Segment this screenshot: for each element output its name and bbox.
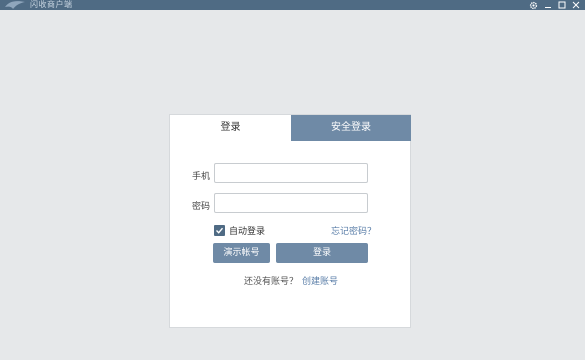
gear-icon <box>529 1 537 9</box>
checkmark-icon <box>216 227 224 234</box>
password-label: 密码 <box>191 202 210 212</box>
tab-secure-login[interactable]: 安全登录 <box>291 115 411 141</box>
close-icon <box>572 1 580 9</box>
tab-login[interactable]: 登录 <box>170 115 291 141</box>
create-account-link[interactable]: 创建账号 <box>302 277 338 287</box>
minimize-button[interactable] <box>541 0 555 10</box>
demo-account-button[interactable]: 演示帐号 <box>213 243 270 263</box>
login-button[interactable]: 登录 <box>276 243 368 263</box>
title-bar: 闪收商户端 <box>0 0 585 10</box>
phone-input[interactable] <box>214 163 368 183</box>
no-account-text: 还没有账号？ <box>243 277 298 287</box>
phone-label: 手机 <box>191 172 210 182</box>
auto-login-label[interactable]: 自动登录 <box>229 224 265 237</box>
app-title: 闪收商户端 <box>30 0 73 9</box>
close-button[interactable] <box>569 0 583 10</box>
maximize-icon <box>558 1 566 9</box>
forgot-password-link[interactable]: 忘记密码？ <box>331 224 376 237</box>
signup-prompt: 还没有账号？ 创建账号 <box>170 274 412 287</box>
app-logo-icon <box>5 1 25 9</box>
settings-button[interactable] <box>526 0 540 10</box>
maximize-button[interactable] <box>555 0 569 10</box>
password-input[interactable] <box>214 193 368 213</box>
minimize-icon <box>545 7 551 8</box>
auto-login-checkbox[interactable] <box>214 225 225 236</box>
login-dialog: 登录 安全登录 手机 密码 自动登录 忘记密码？ 演示帐号 登录 还没有账号？ 创… <box>169 114 411 328</box>
